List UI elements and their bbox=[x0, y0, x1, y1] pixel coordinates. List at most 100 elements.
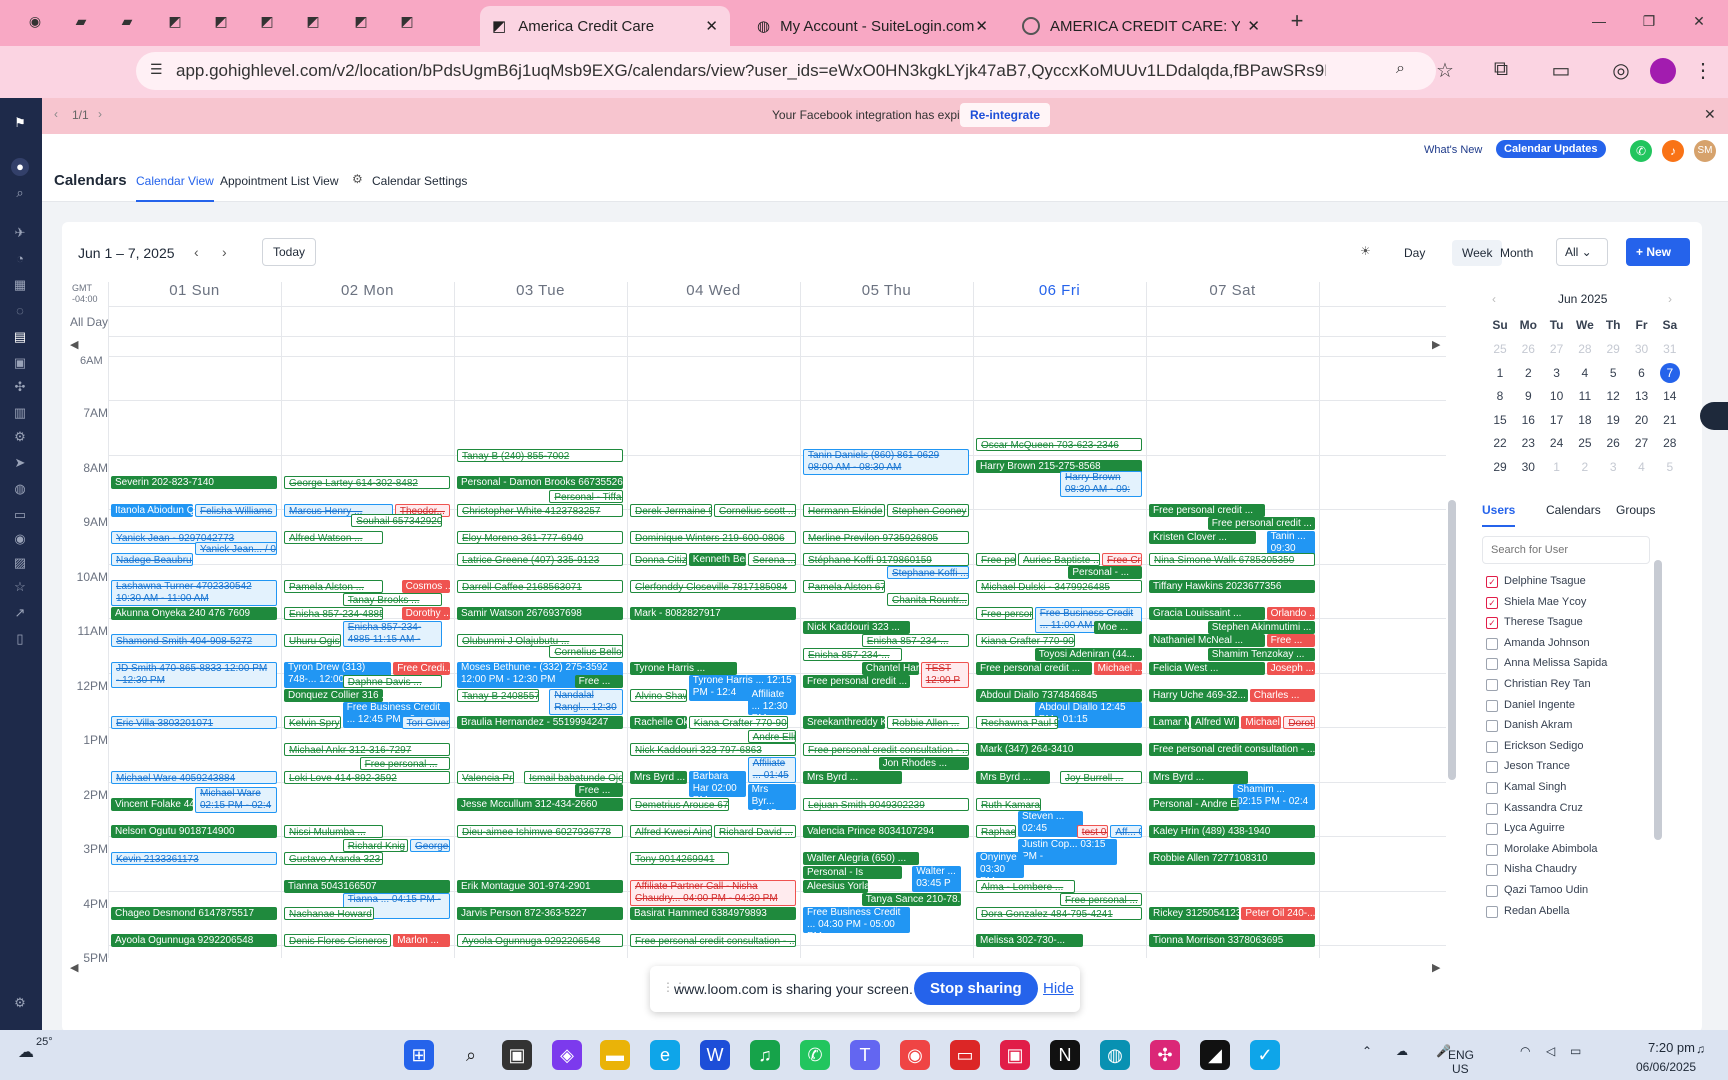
browser-menu-icon[interactable]: ⋮ bbox=[1690, 58, 1716, 83]
appointment-event[interactable]: Denis Flores Cisneros bbox=[284, 934, 392, 948]
minical-day[interactable]: 16 bbox=[1514, 413, 1542, 427]
minical-day[interactable]: 30 bbox=[1628, 342, 1656, 356]
appointment-event[interactable]: Richard David ... bbox=[714, 825, 796, 839]
appointment-event[interactable]: Pamela Alston 67 bbox=[803, 579, 885, 593]
minical-day[interactable]: 14 bbox=[1656, 389, 1684, 403]
minical-day[interactable]: 6 bbox=[1628, 366, 1656, 380]
appointment-event[interactable]: Felicia West ... bbox=[1149, 661, 1265, 675]
appointment-event[interactable]: Ruth Kamara bbox=[976, 797, 1042, 811]
appointment-event[interactable]: Chageo Desmond 6147875517 bbox=[111, 906, 277, 920]
appointment-event[interactable]: Yanick Jean... / 09:45 AM - 10:1 bbox=[195, 541, 277, 555]
contacts-icon[interactable]: ▣ bbox=[11, 354, 29, 372]
pinned-tab-2[interactable]: ▰ bbox=[116, 10, 138, 32]
minical-day[interactable]: 25 bbox=[1571, 436, 1599, 450]
minical-day[interactable]: 2 bbox=[1571, 460, 1599, 474]
app-pink-icon[interactable]: ▣ bbox=[1000, 1040, 1030, 1070]
pinned-tab-7[interactable]: ◩ bbox=[350, 10, 372, 32]
appointment-event[interactable]: George... bbox=[410, 838, 450, 852]
appointment-event[interactable]: Tiffany Hawkins 2023677356 bbox=[1149, 579, 1315, 593]
appointment-event[interactable]: Tori Given... bbox=[401, 716, 450, 730]
appointment-event[interactable]: Dorothy ... bbox=[401, 607, 450, 621]
appointment-event[interactable]: Personal - Andre El bbox=[1149, 797, 1240, 811]
minical-day[interactable]: 28 bbox=[1656, 436, 1684, 450]
appointment-event[interactable]: Personal - Damon Brooks 6673552661 bbox=[457, 476, 623, 490]
minical-next-icon[interactable]: › bbox=[1668, 292, 1672, 306]
appointment-event[interactable]: Aleesius Yorlay bbox=[803, 879, 869, 893]
scroll-left-bottom-icon[interactable]: ◀ bbox=[70, 961, 78, 974]
appointment-event[interactable]: Nina Simone Walk 6785305350 bbox=[1149, 552, 1315, 566]
minical-day[interactable]: 4 bbox=[1571, 366, 1599, 380]
tab-america-credit-care[interactable]: ◩ America Credit Care ✕ bbox=[480, 6, 730, 46]
appointment-event[interactable]: Oscar McQueen 703-623-2346 bbox=[976, 438, 1142, 452]
appointment-event[interactable]: Demetrius Arouse 6787656 bbox=[630, 797, 729, 811]
volume-icon[interactable]: ◁ bbox=[1546, 1044, 1555, 1058]
cast-icon[interactable]: ▭ bbox=[1548, 58, 1574, 83]
pinned-tab-4[interactable]: ◩ bbox=[210, 10, 232, 32]
minical-day[interactable]: 9 bbox=[1514, 389, 1542, 403]
day-header[interactable]: 04 Wed bbox=[627, 282, 800, 299]
performance-icon[interactable]: ◎ bbox=[1608, 58, 1634, 83]
appointment-event[interactable]: Donquez Collier 316 ... bbox=[284, 688, 383, 702]
appointment-event[interactable]: Kenneth Bel bbox=[688, 552, 746, 566]
appointment-event[interactable]: Basirat Hammed 6384979893 bbox=[630, 906, 796, 920]
appointment-event[interactable]: Free ... bbox=[574, 675, 623, 689]
close-tab-icon[interactable]: ✕ bbox=[975, 17, 988, 35]
spotify-icon[interactable]: ♫ bbox=[750, 1040, 780, 1070]
appointment-event[interactable]: Rachelle Ok bbox=[630, 716, 687, 730]
appointment-event[interactable]: Shamim ... 02:15 PM - 02:4 bbox=[1233, 784, 1315, 811]
appointment-event[interactable]: Michael Ware 4059243884 bbox=[111, 770, 277, 784]
user-checkbox[interactable] bbox=[1486, 782, 1498, 794]
appointment-event[interactable]: Free personal credit consultation - ... bbox=[630, 934, 796, 948]
account-switcher-icon[interactable]: ● bbox=[11, 158, 29, 176]
launchpad-icon[interactable]: ✈ bbox=[11, 224, 29, 242]
minical-day[interactable]: 26 bbox=[1514, 342, 1542, 356]
appointment-event[interactable]: Michael ... bbox=[1093, 661, 1142, 675]
appointment-event[interactable]: George Lartey 614-302-8482 bbox=[284, 476, 450, 490]
user-checkbox[interactable] bbox=[1486, 720, 1498, 733]
appointment-event[interactable]: Affiliate ... 01:45 P bbox=[747, 756, 796, 783]
appointment-event[interactable]: Free personal credit consultation - ... bbox=[803, 743, 969, 757]
appointment-event[interactable]: Alfred Watson ... bbox=[284, 530, 383, 544]
settings-icon[interactable]: ⚙ bbox=[11, 994, 29, 1012]
pinned-tab-8[interactable]: ◩ bbox=[396, 10, 418, 32]
appointment-event[interactable]: Walter ... 03:45 P bbox=[912, 865, 961, 892]
minical-day[interactable]: 30 bbox=[1514, 460, 1542, 474]
user-checkbox[interactable] bbox=[1486, 864, 1498, 877]
appointment-event[interactable]: test 03:00 bbox=[1076, 825, 1109, 839]
notion-icon[interactable]: N bbox=[1050, 1040, 1080, 1070]
minical-day[interactable]: 19 bbox=[1599, 413, 1627, 427]
appointment-event[interactable]: Severin 202-823-7140 bbox=[111, 476, 277, 490]
minical-day[interactable]: 1 bbox=[1543, 460, 1571, 474]
appointment-event[interactable]: Nissi Mulumba ... bbox=[284, 825, 383, 839]
appointment-event[interactable]: Robbie Allen ... bbox=[887, 716, 969, 730]
minimize-icon[interactable]: — bbox=[1588, 10, 1610, 32]
reintegrate-button[interactable]: Re-integrate bbox=[960, 103, 1051, 127]
appointment-event[interactable]: Nick Kaddouri 323 797-6863 bbox=[630, 743, 796, 757]
appointment-event[interactable]: Stephen Cooney bbox=[887, 503, 969, 517]
app-logo-icon[interactable]: ⚑ bbox=[11, 114, 29, 132]
appointment-event[interactable]: Sreekanthreddy Kon bbox=[803, 716, 885, 730]
tab-calendar-view[interactable]: Calendar View bbox=[136, 174, 214, 202]
restore-icon[interactable]: ❐ bbox=[1638, 10, 1660, 32]
appointment-event[interactable]: Erik Montague 301-974-2901 bbox=[457, 879, 623, 893]
appointment-event[interactable]: Free personal credit ... bbox=[803, 675, 911, 689]
minical-day[interactable]: 26 bbox=[1599, 436, 1627, 450]
chrome-app-icon[interactable]: ◉ bbox=[24, 10, 46, 32]
scroll-right-icon[interactable]: ▶ bbox=[1432, 338, 1440, 351]
appointment-event[interactable]: Mrs Byrd ... bbox=[630, 770, 687, 784]
user-checkbox[interactable] bbox=[1486, 823, 1498, 836]
tab-calendars[interactable]: Calendars bbox=[1546, 503, 1601, 517]
minical-day[interactable]: 8 bbox=[1486, 389, 1514, 403]
filter-select[interactable]: All ⌄ bbox=[1556, 238, 1608, 266]
appointment-event[interactable]: Stephane Koffi ... bbox=[887, 566, 969, 580]
appointment-event[interactable]: Cosmos ... bbox=[401, 579, 450, 593]
user-checkbox[interactable] bbox=[1486, 905, 1498, 918]
appointment-event[interactable]: Alfred Wi bbox=[1191, 716, 1240, 730]
appointment-event[interactable]: Valencia Pri bbox=[457, 770, 514, 784]
user-checkbox[interactable]: ✓ bbox=[1486, 596, 1498, 609]
appointment-event[interactable]: Kristen Clover ... bbox=[1149, 530, 1257, 544]
tray-chevron-icon[interactable]: ⌃ bbox=[1362, 1044, 1372, 1058]
task-view-icon[interactable]: ▣ bbox=[502, 1040, 532, 1070]
new-appointment-button[interactable]: + New bbox=[1626, 238, 1690, 266]
appointment-event[interactable]: Orlando ... bbox=[1266, 607, 1315, 621]
